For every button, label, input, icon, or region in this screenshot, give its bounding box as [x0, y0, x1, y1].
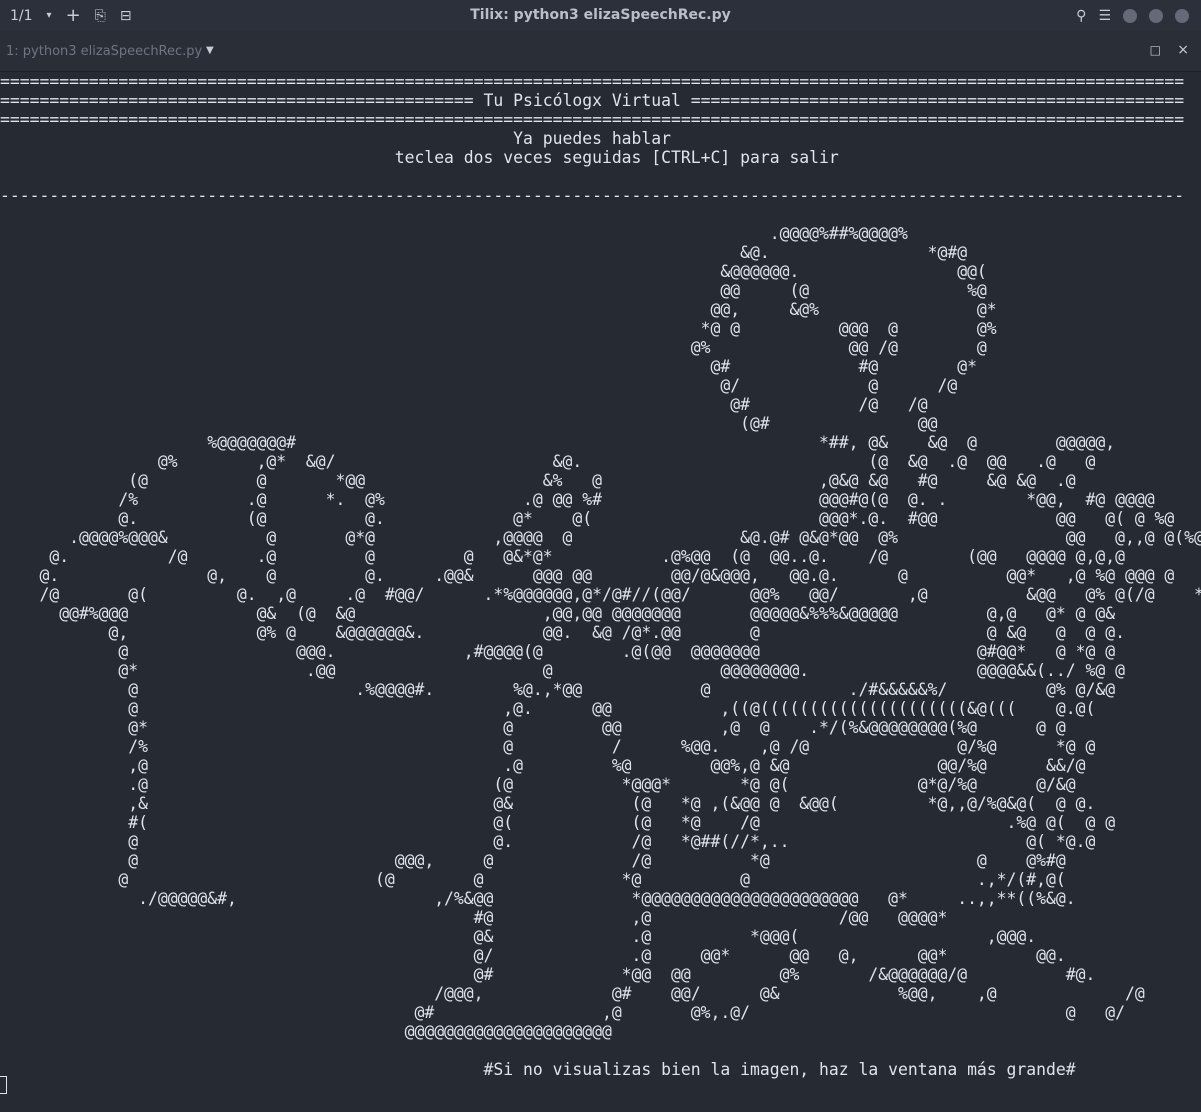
terminal-line: ========================================…: [0, 72, 1185, 91]
close-terminal-icon[interactable]: ×: [1177, 42, 1189, 58]
terminal-line: @@, &@% @*: [0, 300, 997, 319]
terminal-line: .@@@@%##%@@@@%: [0, 224, 908, 243]
terminal-line: @, @% @ &@@@@@@&. @@. &@ /@*.@@ @ @ &@ @…: [0, 623, 1125, 642]
terminal-line: @@#%@@@ @& (@ &@ ,@@,@@ @@@@@@@ @@@@@&%%…: [0, 604, 1116, 623]
terminal-line: @* .@@ @ @@@@@@@@. @@@@&&(../ %@ @: [0, 661, 1125, 680]
terminal-line: @ (@ @ *@ @ .,*/(#,@(: [0, 870, 1066, 889]
terminal-line: ========================================…: [0, 110, 1185, 129]
terminal-text: ========================================…: [0, 72, 1201, 1079]
terminal-line: @. @, @ @. .@@& @@@ @@ @@/@&@@@, @@.@. @…: [0, 566, 1175, 585]
terminal-line: @@ (@ %@: [0, 281, 987, 300]
terminal-line: #Si no visualizas bien la imagen, haz la…: [0, 1060, 1076, 1079]
menu-icon[interactable]: ☰: [1098, 9, 1111, 23]
terminal-line: #( @( (@ *@ /@ .%@ @( @ @: [0, 813, 1116, 832]
terminal-line: @/ .@ @@* @@ @, @@* @@.: [0, 946, 1066, 965]
terminal-tab-bar: 1: python3 elizaSpeechRec.py ▼ □ ×: [0, 31, 1201, 72]
terminal-line: /@ @( @. ,@ .@ #@@/ .*%@@@@@@,@*/@#//(@@…: [0, 585, 1201, 604]
add-terminal-down-icon[interactable]: ⊟: [120, 9, 132, 23]
title-bar: 1/1 ▾ + ⎘ ⊟ Tilix: python3 elizaSpeechRe…: [0, 0, 1201, 31]
minimize-button[interactable]: [1123, 8, 1137, 23]
terminal-line: @ @@@, @ /@ *@ @ @%#@: [0, 851, 1066, 870]
terminal-line: @. (@ @. @* @( @@@*.@. #@@ @@ @( @ %@: [0, 509, 1175, 528]
terminal-line: @ ,@. @@ ,((@(((((((((((((((((((((&@((( …: [0, 699, 1096, 718]
terminal-line: #@ ,@ /@@ @@@@*: [0, 908, 948, 927]
terminal-line: %@@@@@@@# *##, @& &@ @ @@@@@,: [0, 433, 1116, 452]
terminal-line: ----------------------------------------…: [0, 186, 1185, 205]
maximize-button[interactable]: [1149, 8, 1163, 23]
window-title: Tilix: python3 elizaSpeechRec.py: [470, 7, 731, 23]
terminal-line: &@. *@#@: [0, 243, 968, 262]
terminal-line: ,@ .@ %@ @@%,@ &@ @@/%@ &&/@: [0, 756, 1086, 775]
terminal-line: ,& @& (@ *@ ,(&@@ @ &@@( *@,,@/%@&@( @ @…: [0, 794, 1096, 813]
terminal-line: (@# @@: [0, 414, 938, 433]
terminal-line: @# ,@ @%,.@/ @ @/: [0, 1003, 1125, 1022]
terminal-line: @& .@ *@@@( ,@@@.: [0, 927, 1037, 946]
terminal-line: @ @. /@ *@##(//*,.. @( *@.@: [0, 832, 1096, 851]
terminal-line: .@@@@%@@@& @ @*@ ,@@@@ @ &@.@# @&@*@@ @%…: [0, 528, 1201, 547]
search-icon[interactable]: ⚲: [1076, 9, 1086, 23]
terminal-line: /% .@ *. @% .@ @@ %# @@@#@(@ @. . *@@, #…: [0, 490, 1155, 509]
chevron-down-icon[interactable]: ▾: [47, 9, 52, 23]
terminal-cursor: [0, 1076, 7, 1094]
terminal-line: @% @@ /@ @: [0, 338, 987, 357]
terminal-line: /@@@, @# @@/ @& %@@, ,@ /@: [0, 984, 1145, 1003]
terminal-line: @@@@@@@@@@@@@@@@@@@@@: [0, 1022, 612, 1041]
terminal-line: Ya puedes hablar: [0, 129, 672, 148]
terminal-line: teclea dos veces seguidas [CTRL+C] para …: [0, 148, 839, 167]
terminal-line: ./@@@@@&#, ,/%&@@ *@@@@@@@@@@@@@@@@@@@@@…: [0, 889, 1076, 908]
terminal-line: /% @ / %@@. ,@ /@ @/%@ *@ @: [0, 737, 1096, 756]
terminal-line: @ @@@. ,#@@@@(@ .@(@@ @@@@@@@ @#@@* @ *@…: [0, 642, 1116, 661]
terminal-line: (@ @ *@@ &% @ ,@&@ &@ #@ &@ &@ .@: [0, 471, 1076, 490]
chevron-down-icon[interactable]: ▼: [206, 45, 214, 56]
terminal-line: *@ @ @@@ @ @%: [0, 319, 997, 338]
add-session-icon[interactable]: +: [66, 6, 81, 24]
terminal-tab-label[interactable]: 1: python3 elizaSpeechRec.py: [6, 44, 202, 59]
terminal-line: @# #@ @*: [0, 357, 977, 376]
terminal-line: @/ @ /@: [0, 376, 958, 395]
terminal-line: @* @ @@ ,@ @ .*/(%&@@@@@@@@(%@ @ @: [0, 718, 1066, 737]
terminal-line: ========================================…: [0, 91, 1185, 110]
close-button[interactable]: [1175, 8, 1189, 23]
terminal-line: @# *@@ @@ @% /&@@@@@@/@ #@.: [0, 965, 1096, 984]
maximize-terminal-icon[interactable]: □: [1150, 43, 1161, 57]
terminal-line: @. /@ .@ @ @ @&*@* .@%@@ (@ @@..@. /@ (@…: [0, 547, 1125, 566]
terminal-output[interactable]: ========================================…: [0, 72, 1201, 1112]
terminal-line: &@@@@@@. @@(: [0, 262, 987, 281]
session-counter[interactable]: 1/1: [10, 9, 33, 23]
terminal-line: @% ,@* &@/ &@. (@ &@ .@ @@ .@ @: [0, 452, 1096, 471]
terminal-line: .@ (@ *@@@* *@ @( @*@/%@ @/&@: [0, 775, 1076, 794]
terminal-line: @# /@ /@: [0, 395, 928, 414]
terminal-line: @ .%@@@@#. %@.,*@@ @ ./#&&&&&%/ @% @/&@: [0, 680, 1116, 699]
add-terminal-right-icon[interactable]: ⎘: [95, 9, 106, 23]
